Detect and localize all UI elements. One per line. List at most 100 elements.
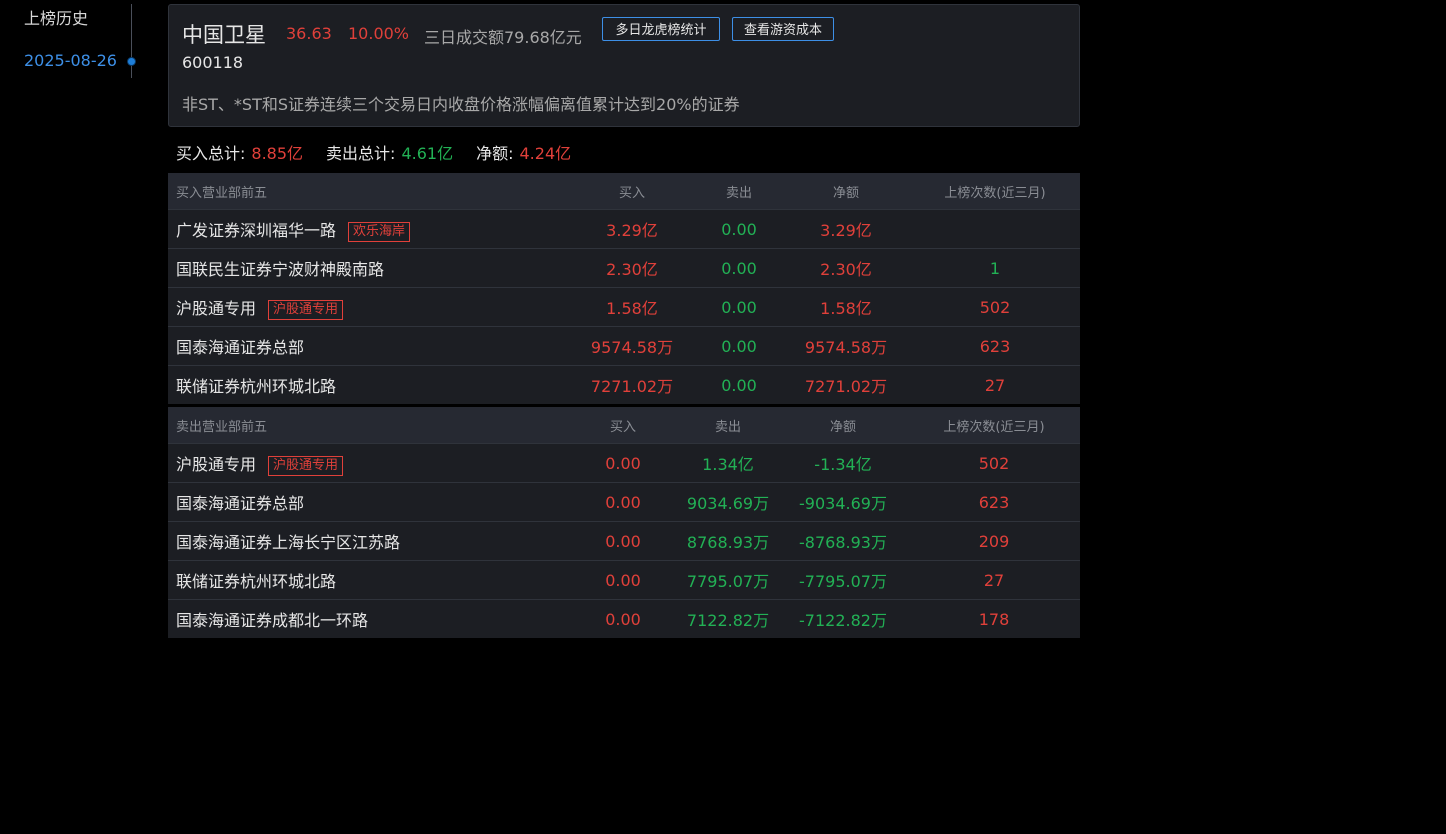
broker-cell: 国泰海通证券总部 xyxy=(168,326,568,366)
buy-amount: 7271.02万 xyxy=(568,365,696,404)
sell-top5-table: 卖出营业部前五 买入 卖出 净额 上榜次数(近三月) 沪股通专用 沪股通专用 0.… xyxy=(168,407,1080,638)
net-amount: -7795.07万 xyxy=(778,560,908,600)
table-row[interactable]: 联储证券杭州环城北路 0.00 7795.07万 -7795.07万 27 xyxy=(168,560,1080,600)
table-row[interactable]: 国泰海通证券上海长宁区江苏路 0.00 8768.93万 -8768.93万 2… xyxy=(168,521,1080,561)
net-amount: -7122.82万 xyxy=(778,599,908,638)
listing-count: 27 xyxy=(910,365,1080,404)
net-total-value: 4.24亿 xyxy=(519,144,572,163)
sell-amount: 7122.82万 xyxy=(678,599,778,638)
column-header: 上榜次数(近三月) xyxy=(910,173,1080,210)
buy-amount: 9574.58万 xyxy=(568,326,696,366)
stock-header-card: 中国卫星 36.63 10.00% 三日成交额79.68亿元 多日龙虎榜统计 查… xyxy=(168,4,1080,127)
sell-amount: 0.00 xyxy=(696,287,782,327)
buy-amount: 0.00 xyxy=(568,560,678,600)
broker-name: 联储证券杭州环城北路 xyxy=(176,572,337,591)
table-row[interactable]: 广发证券深圳福华一路 欢乐海岸 3.29亿 0.00 3.29亿 xyxy=(168,209,1080,249)
broker-tag[interactable]: 欢乐海岸 xyxy=(348,221,411,242)
column-header: 卖出营业部前五 xyxy=(168,407,568,444)
listing-count: 502 xyxy=(908,443,1080,483)
history-sidebar: 上榜历史 2025-08-26 xyxy=(0,0,140,80)
listing-count: 502 xyxy=(910,287,1080,327)
net-amount: -9034.69万 xyxy=(778,482,908,522)
net-amount: 1.58亿 xyxy=(782,287,910,327)
history-date-item[interactable]: 2025-08-26 xyxy=(24,51,117,70)
buy-amount: 1.58亿 xyxy=(568,287,696,327)
net-amount: 7271.02万 xyxy=(782,365,910,404)
stock-code: 600118 xyxy=(182,53,244,72)
broker-name: 沪股通专用 xyxy=(176,454,257,474)
sell-amount: 1.34亿 xyxy=(678,443,778,483)
table-header-row: 买入营业部前五 买入 卖出 净额 上榜次数(近三月) xyxy=(168,173,1080,210)
broker-name: 国联民生证券宁波财神殿南路 xyxy=(176,260,385,279)
sell-total-value: 4.61亿 xyxy=(401,144,454,163)
listing-reason: 非ST、*ST和S证券连续三个交易日内收盘价格涨幅偏离值累计达到20%的证券 xyxy=(182,95,740,114)
broker-cell: 国泰海通证券成都北一环路 xyxy=(168,599,568,638)
broker-cell: 国泰海通证券总部 xyxy=(168,482,568,522)
broker-name: 国泰海通证券上海长宁区江苏路 xyxy=(176,533,401,552)
buy-total-value: 8.85亿 xyxy=(251,144,304,163)
column-header: 买入营业部前五 xyxy=(168,173,568,210)
sell-amount: 0.00 xyxy=(696,209,782,249)
net-amount: 3.29亿 xyxy=(782,209,910,249)
table-row[interactable]: 国联民生证券宁波财神殿南路 2.30亿 0.00 2.30亿 1 xyxy=(168,248,1080,288)
sell-amount: 9034.69万 xyxy=(678,482,778,522)
column-header: 买入 xyxy=(568,407,678,444)
broker-name: 国泰海通证券总部 xyxy=(176,494,305,513)
timeline-line xyxy=(131,4,132,78)
table-row[interactable]: 国泰海通证券成都北一环路 0.00 7122.82万 -7122.82万 178 xyxy=(168,599,1080,638)
sell-amount: 7795.07万 xyxy=(678,560,778,600)
sell-total-label: 卖出总计: xyxy=(326,144,396,163)
table-row[interactable]: 沪股通专用 沪股通专用 0.00 1.34亿 -1.34亿 502 xyxy=(168,443,1080,483)
buy-total-label: 买入总计: xyxy=(176,144,246,163)
stock-price: 36.63 xyxy=(286,24,332,43)
sidebar-title: 上榜历史 xyxy=(24,9,89,28)
timeline-dot-icon xyxy=(128,58,135,65)
broker-name: 沪股通专用 xyxy=(176,298,257,318)
listing-count xyxy=(910,209,1080,249)
listing-count: 209 xyxy=(908,521,1080,561)
column-header: 卖出 xyxy=(678,407,778,444)
listing-count: 623 xyxy=(910,326,1080,366)
broker-cell: 联储证券杭州环城北路 xyxy=(168,365,568,404)
buy-amount: 0.00 xyxy=(568,482,678,522)
buy-amount: 0.00 xyxy=(568,599,678,638)
listing-count: 178 xyxy=(908,599,1080,638)
sell-amount: 0.00 xyxy=(696,326,782,366)
table-header-row: 卖出营业部前五 买入 卖出 净额 上榜次数(近三月) xyxy=(168,407,1080,444)
net-amount: -1.34亿 xyxy=(778,443,908,483)
table-row[interactable]: 联储证券杭州环城北路 7271.02万 0.00 7271.02万 27 xyxy=(168,365,1080,404)
view-cost-button[interactable]: 查看游资成本 xyxy=(732,17,834,41)
broker-name: 联储证券杭州环城北路 xyxy=(176,377,337,396)
broker-cell: 国联民生证券宁波财神殿南路 xyxy=(168,248,568,288)
buy-top5-table: 买入营业部前五 买入 卖出 净额 上榜次数(近三月) 广发证券深圳福华一路 欢乐海… xyxy=(168,173,1080,404)
broker-name: 国泰海通证券总部 xyxy=(176,338,305,357)
stock-change-pct: 10.00% xyxy=(348,24,410,43)
broker-cell: 沪股通专用 沪股通专用 xyxy=(168,287,568,327)
buy-amount: 2.30亿 xyxy=(568,248,696,288)
broker-cell: 国泰海通证券上海长宁区江苏路 xyxy=(168,521,568,561)
stock-name: 中国卫星 xyxy=(182,23,266,47)
broker-cell: 广发证券深圳福华一路 欢乐海岸 xyxy=(168,209,568,249)
broker-tag[interactable]: 沪股通专用 xyxy=(268,455,344,476)
net-total-label: 净额: xyxy=(476,144,514,163)
multi-day-stats-button[interactable]: 多日龙虎榜统计 xyxy=(602,17,720,41)
buy-amount: 0.00 xyxy=(568,521,678,561)
net-amount: 2.30亿 xyxy=(782,248,910,288)
net-amount: -8768.93万 xyxy=(778,521,908,561)
column-header: 卖出 xyxy=(696,173,782,210)
column-header: 买入 xyxy=(568,173,696,210)
sell-amount: 8768.93万 xyxy=(678,521,778,561)
column-header: 净额 xyxy=(782,173,910,210)
broker-cell: 沪股通专用 沪股通专用 xyxy=(168,443,568,483)
totals-bar: 买入总计: 8.85亿 卖出总计: 4.61亿 净额: 4.24亿 xyxy=(176,140,571,164)
column-header: 净额 xyxy=(778,407,908,444)
net-amount: 9574.58万 xyxy=(782,326,910,366)
table-row[interactable]: 沪股通专用 沪股通专用 1.58亿 0.00 1.58亿 502 xyxy=(168,287,1080,327)
table-row[interactable]: 国泰海通证券总部 0.00 9034.69万 -9034.69万 623 xyxy=(168,482,1080,522)
broker-cell: 联储证券杭州环城北路 xyxy=(168,560,568,600)
listing-count: 1 xyxy=(910,248,1080,288)
broker-tag[interactable]: 沪股通专用 xyxy=(268,299,344,320)
buy-amount: 0.00 xyxy=(568,443,678,483)
sell-amount: 0.00 xyxy=(696,248,782,288)
table-row[interactable]: 国泰海通证券总部 9574.58万 0.00 9574.58万 623 xyxy=(168,326,1080,366)
